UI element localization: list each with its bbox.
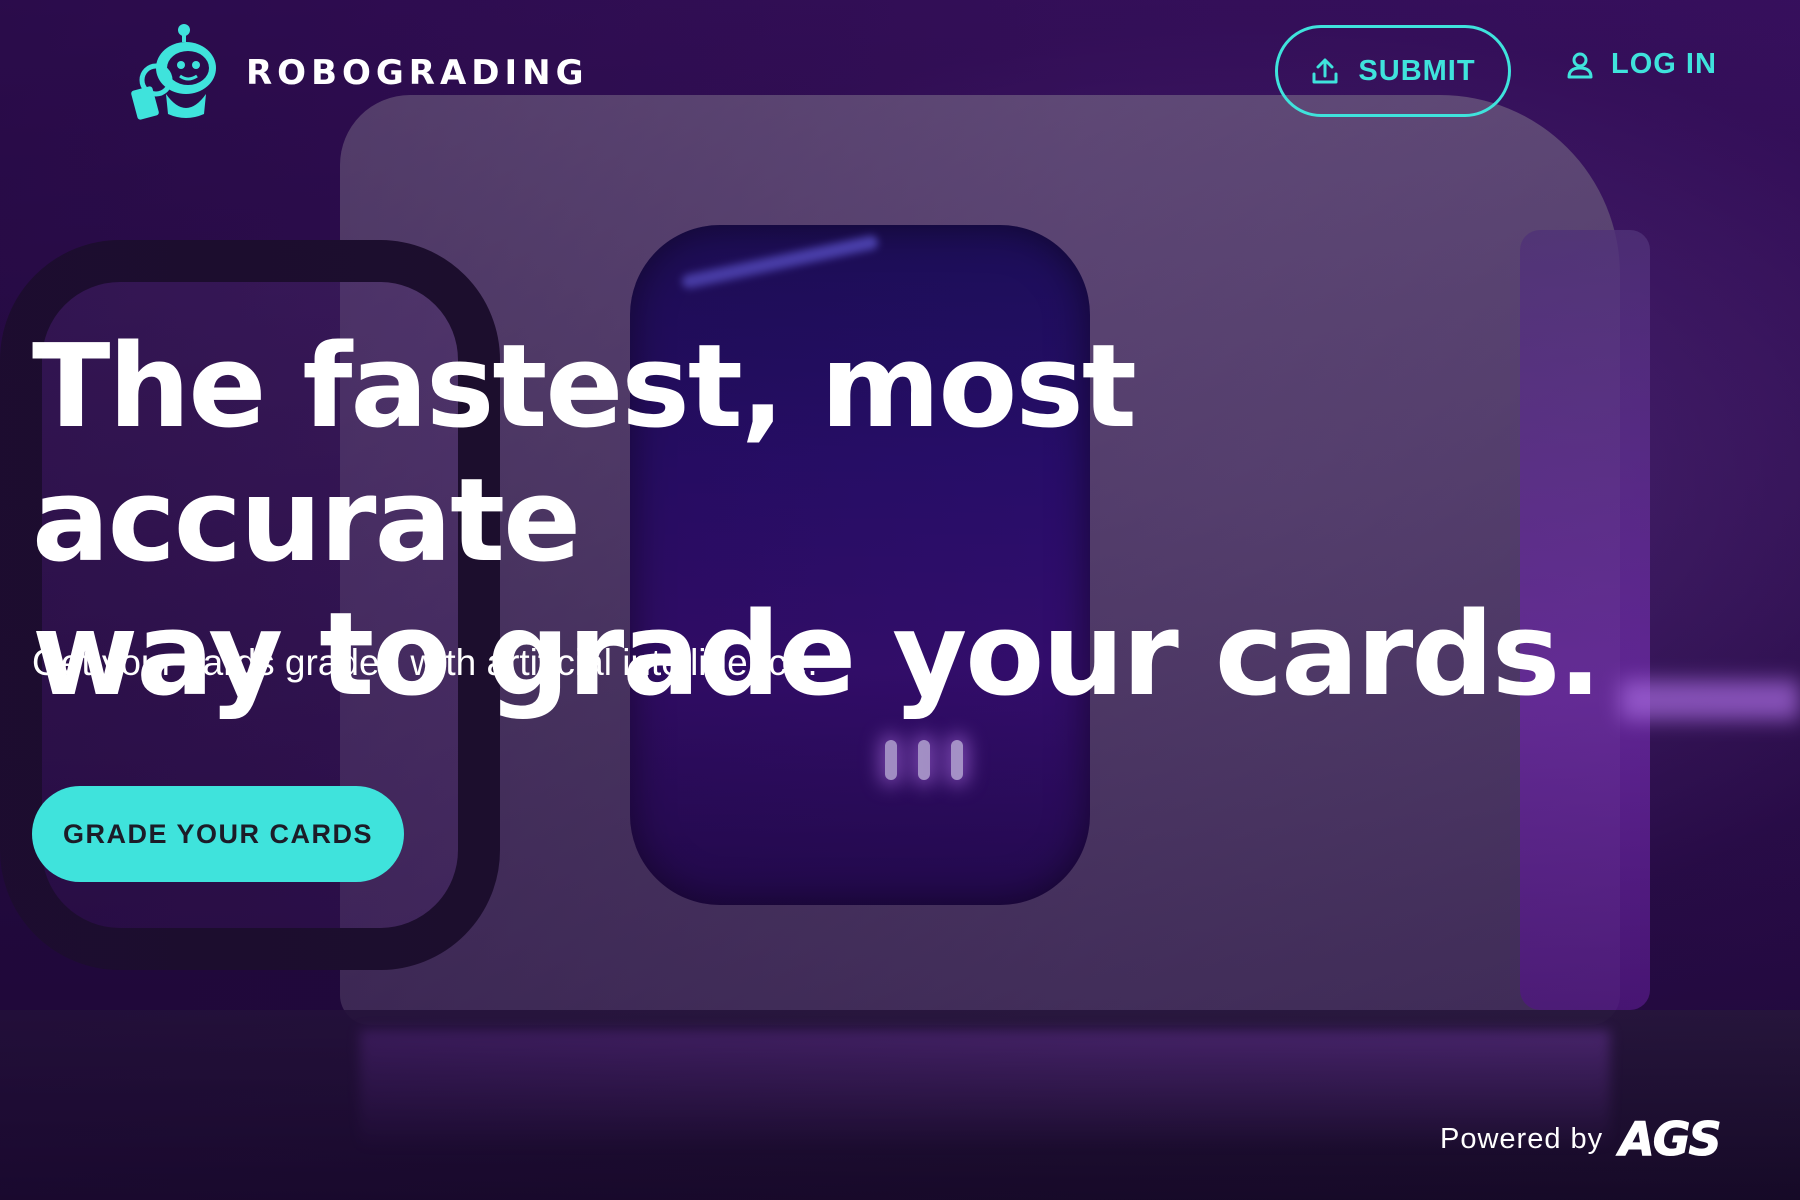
login-label: LOG IN <box>1611 48 1717 80</box>
site-header: ROBOGRADING SUBMIT LOG IN <box>0 0 1800 145</box>
brand-logo[interactable]: ROBOGRADING <box>126 22 589 124</box>
login-link[interactable]: LOG IN <box>1565 48 1717 81</box>
submit-button[interactable]: SUBMIT <box>1275 25 1511 117</box>
robot-mascot-icon <box>126 22 228 124</box>
upload-icon <box>1310 56 1340 86</box>
ags-logo[interactable]: AGS <box>1619 1112 1722 1167</box>
powered-by-label: Powered by <box>1440 1122 1604 1155</box>
hero-subheadline: Get your cards graded with artificial in… <box>32 642 818 683</box>
submit-label: SUBMIT <box>1358 54 1476 87</box>
user-icon <box>1565 50 1595 80</box>
brand-name: ROBOGRADING <box>246 53 589 93</box>
grade-your-cards-button[interactable]: GRADE YOUR CARDS <box>32 786 404 882</box>
powered-by: Powered by AGS <box>1440 1112 1722 1167</box>
hero-section: ROBOGRADING SUBMIT LOG IN The fastest, m… <box>0 0 1800 1200</box>
headline-line-1: The fastest, most accurate <box>32 320 1137 588</box>
